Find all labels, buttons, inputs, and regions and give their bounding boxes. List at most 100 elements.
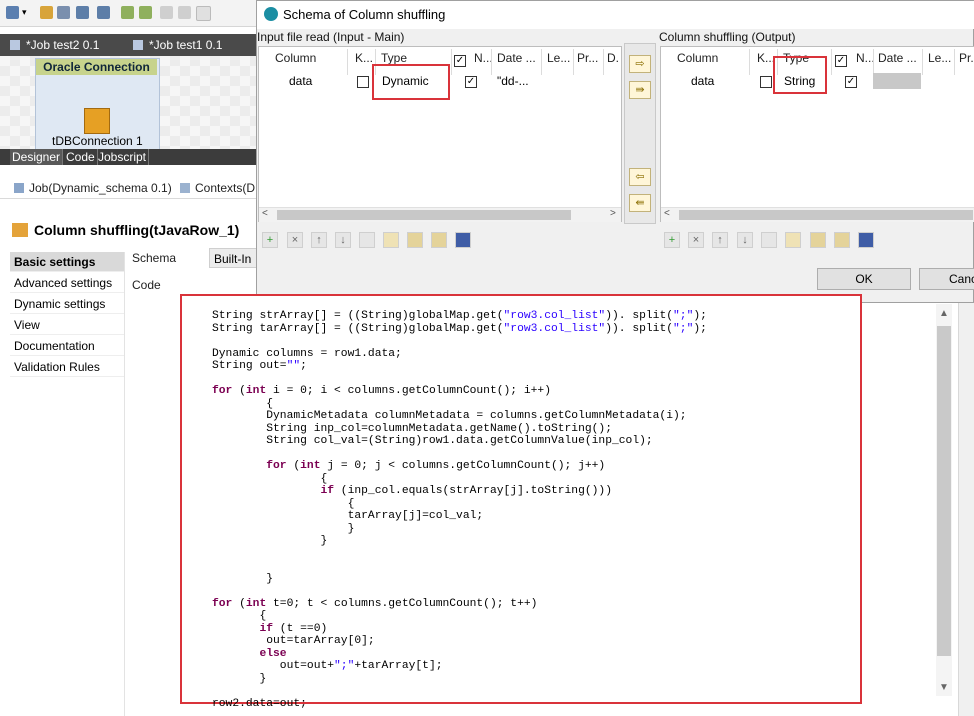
component-title-text: Column shuffling(tJavaRow_1) [34,222,240,238]
import-schema-icon[interactable] [810,232,826,248]
input-key-checkbox[interactable] [357,76,369,88]
talend-icon [264,7,278,21]
menu-basic-settings[interactable]: Basic settings [10,252,124,272]
nullable-header-checkbox[interactable]: ✓ [454,55,466,67]
edit-icon[interactable] [40,6,53,19]
input-column-cell[interactable]: data [289,74,312,88]
output-hscrollbar[interactable]: < [661,207,974,222]
highlight-input-type [372,64,450,100]
database-icon[interactable] [84,108,110,134]
export-icon[interactable] [76,6,89,19]
menu-view[interactable]: View [10,315,124,335]
key-header[interactable]: K... [355,51,373,65]
tab-job[interactable]: Job(Dynamic_schema 0.1) [14,181,172,195]
default-header[interactable]: D. [607,51,619,65]
scroll-left-icon[interactable]: < [664,208,670,219]
new-job-icon[interactable] [6,6,19,19]
save-icon[interactable] [455,232,471,248]
precision-header[interactable]: Pr... [959,51,974,65]
ok-button[interactable]: OK [817,268,911,290]
nullable-header[interactable]: N... [474,51,493,65]
tjavarow-icon [12,223,28,237]
date-header[interactable]: Date ... [878,51,917,65]
scroll-down-icon[interactable]: ▼ [936,682,952,696]
code-label: Code [132,278,161,292]
column-header[interactable]: Column [677,51,718,65]
export-schema-icon[interactable] [431,232,447,248]
import-icon[interactable] [97,6,110,19]
copy-icon[interactable] [761,232,777,248]
save-icon[interactable] [858,232,874,248]
undo-icon[interactable] [160,6,173,19]
code-text[interactable]: String strArray[] = ((String)globalMap.g… [212,310,707,710]
code-scroll-thumb[interactable] [937,326,951,656]
dialog-title: Schema of Column shuffling [283,7,446,22]
export-schema-icon[interactable] [834,232,850,248]
menu-validation-rules[interactable]: Validation Rules [10,357,124,377]
copy-right-button[interactable]: ⇨ [629,55,651,73]
input-nullable-checkbox[interactable]: ✓ [465,76,477,88]
component-title: Column shuffling(tJavaRow_1) [12,222,239,238]
input-panel-label: Input file read (Input - Main) [257,30,405,44]
menu-documentation[interactable]: Documentation [10,336,124,356]
scroll-left-icon[interactable]: < [262,208,268,219]
copy-all-right-button[interactable]: ⇛ [629,81,651,99]
import-schema-icon[interactable] [407,232,423,248]
output-panel-label: Column shuffling (Output) [659,30,796,44]
tab-jobscript[interactable]: Jobscript [96,149,150,165]
menu-dynamic-settings[interactable]: Dynamic settings [10,294,124,314]
length-header[interactable]: Le... [928,51,951,65]
dropdown-arrow-icon[interactable]: ▾ [22,6,30,19]
tab-job-test2[interactable]: *Job test2 0.1 [10,38,99,52]
copy-buttons-column: ⇨ ⇛ ⇦ ⇚ [624,43,656,224]
move-up-icon[interactable]: ↑ [311,232,327,248]
tab-job-test1[interactable]: *Job test1 0.1 [133,38,222,52]
remove-row-icon[interactable]: × [287,232,303,248]
scroll-right-icon[interactable]: > [610,208,616,219]
move-down-icon[interactable]: ↓ [737,232,753,248]
tab-label: *Job test1 0.1 [149,38,223,52]
menu-advanced-settings[interactable]: Advanced settings [10,273,124,293]
output-column-cell[interactable]: data [691,74,714,88]
main-toolbar: ▾ [0,0,256,27]
input-hscrollbar[interactable]: < > [259,207,621,222]
tab-code[interactable]: Code [64,149,98,165]
copy-icon[interactable] [359,232,375,248]
tab-contexts[interactable]: Contexts(D [180,181,255,195]
output-nullable-checkbox[interactable]: ✓ [845,76,857,88]
redo-icon[interactable] [178,6,191,19]
scroll-up-icon[interactable]: ▲ [936,308,952,322]
remove-row-icon[interactable]: × [688,232,704,248]
add-row-icon[interactable]: + [664,232,680,248]
tools-icon[interactable] [57,6,70,19]
contexts-icon [180,183,190,193]
date-header[interactable]: Date ... [497,51,536,65]
job-icon [10,40,20,50]
move-up-icon[interactable]: ↑ [712,232,728,248]
length-header[interactable]: Le... [547,51,570,65]
paste-icon[interactable] [785,232,801,248]
run-icon[interactable] [121,6,134,19]
cancel-button[interactable]: Canc [919,268,974,290]
move-down-icon[interactable]: ↓ [335,232,351,248]
copy-left-button[interactable]: ⇦ [629,168,651,186]
paste-icon[interactable] [383,232,399,248]
scroll-thumb[interactable] [277,210,571,220]
schema-select[interactable]: Built-In [209,248,259,268]
output-date-cell[interactable] [873,73,921,89]
nullable-header-checkbox[interactable]: ✓ [835,55,847,67]
input-date-cell[interactable]: "dd-... [497,74,529,88]
output-key-checkbox[interactable] [760,76,772,88]
job-icon [133,40,143,50]
page-icon[interactable] [196,6,211,21]
job-tab-bar: *Job test2 0.1 *Job test1 0.1 [0,34,256,56]
copy-all-left-button[interactable]: ⇚ [629,194,651,212]
add-row-icon[interactable]: + [262,232,278,248]
scroll-thumb[interactable] [679,210,973,220]
debug-icon[interactable] [139,6,152,19]
nullable-header[interactable]: N... [856,51,875,65]
precision-header[interactable]: Pr... [577,51,598,65]
type-header[interactable]: Type [381,51,407,65]
tab-designer[interactable]: Designer [10,149,64,165]
column-header[interactable]: Column [275,51,316,65]
